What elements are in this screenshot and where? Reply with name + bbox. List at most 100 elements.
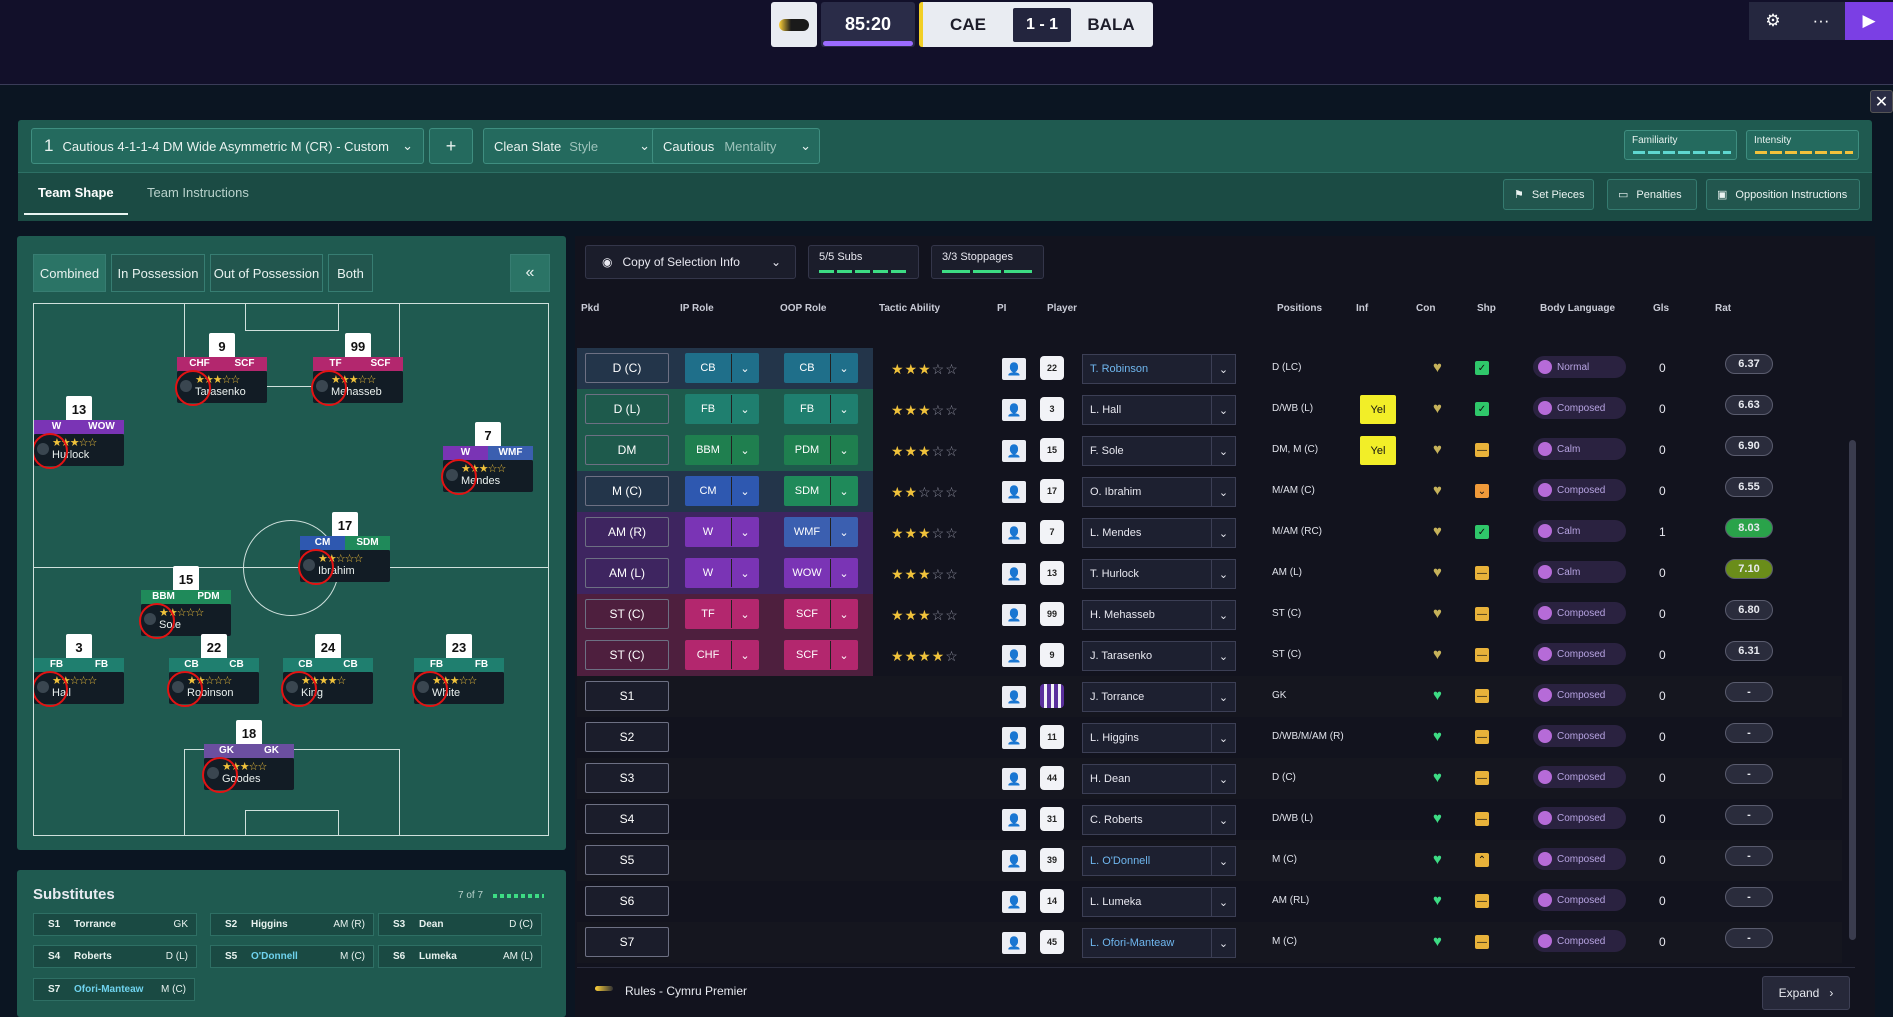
oop-role-select[interactable]: PDM ⌄ — [784, 435, 858, 465]
player-instructions-icon[interactable]: 👤 — [1002, 645, 1026, 667]
player-instructions-icon[interactable]: 👤 — [1002, 809, 1026, 831]
player-select[interactable]: J. Torrance ⌄ — [1082, 682, 1236, 712]
tactic-select[interactable]: 1 Cautious 4-1-1-4 DM Wide Asymmetric M … — [31, 128, 424, 164]
scoreboard[interactable]: CAE 1 - 1 BALA — [919, 2, 1153, 47]
pkd-slot[interactable]: ST (C) — [585, 640, 669, 670]
more-icon[interactable]: ··· — [1797, 2, 1845, 40]
collapse-icon[interactable]: « — [510, 254, 550, 292]
player-select[interactable]: L. Higgins ⌄ — [1082, 723, 1236, 753]
table-row[interactable]: DM BBM ⌄ PDM ⌄ ★★★☆☆ 👤 15 F. Sole ⌄ DM, M (C) Yel ♥ —… — [577, 430, 1842, 471]
table-row[interactable]: S6 👤 14 L. Lumeka ⌄ AM (RL) ♥ — Composed 0 - — [577, 881, 1842, 922]
column-header[interactable]: Positions — [1277, 303, 1322, 314]
ip-role-select[interactable]: BBM ⌄ — [685, 435, 759, 465]
column-header[interactable]: IP Role — [680, 303, 714, 314]
player-select[interactable]: L. Mendes ⌄ — [1082, 518, 1236, 548]
table-row[interactable]: AM (R) W ⌄ WMF ⌄ ★★★☆☆ 👤 7 L. Mendes ⌄ M/AM (RC) ♥ ✓… — [577, 512, 1842, 553]
ip-role-select[interactable]: CB ⌄ — [685, 353, 759, 383]
player-select[interactable]: H. Mehasseb ⌄ — [1082, 600, 1236, 630]
table-row[interactable]: D (C) CB ⌄ CB ⌄ ★★★☆☆ 👤 22 T. Robinson ⌄ D (LC) ♥ ✓ N… — [577, 348, 1842, 389]
pkd-slot[interactable]: D (L) — [585, 394, 669, 424]
tab-team-instructions[interactable]: Team Instructions — [147, 185, 249, 200]
player-select[interactable]: F. Sole ⌄ — [1082, 436, 1236, 466]
oop-role-select[interactable]: SCF ⌄ — [784, 599, 858, 629]
table-row[interactable]: S5 👤 39 L. O'Donnell ⌄ M (C) ♥ ⌃ Composed 0 - — [577, 840, 1842, 881]
player-instructions-icon[interactable]: 👤 — [1002, 522, 1026, 544]
table-row[interactable]: S7 👤 45 L. Ofori-Manteaw ⌄ M (C) ♥ — Composed 0 - — [577, 922, 1842, 963]
ip-role-select[interactable]: CHF ⌄ — [685, 640, 759, 670]
ip-role-select[interactable]: W ⌄ — [685, 558, 759, 588]
column-header[interactable]: OOP Role — [780, 303, 827, 314]
oop-role-select[interactable]: WOW ⌄ — [784, 558, 858, 588]
column-header[interactable]: Gls — [1653, 303, 1669, 314]
player-instructions-icon[interactable]: 👤 — [1002, 686, 1026, 708]
pkd-slot[interactable]: S4 — [585, 804, 669, 834]
player-instructions-icon[interactable]: 👤 — [1002, 399, 1026, 421]
ip-role-select[interactable]: W ⌄ — [685, 517, 759, 547]
pkd-slot[interactable]: S7 — [585, 927, 669, 957]
pkd-slot[interactable]: S2 — [585, 722, 669, 752]
pkd-slot[interactable]: AM (L) — [585, 558, 669, 588]
pkd-slot[interactable]: S1 — [585, 681, 669, 711]
oop-role-select[interactable]: FB ⌄ — [784, 394, 858, 424]
penalties-button[interactable]: ▭ Penalties — [1607, 179, 1697, 210]
tab-in-possession[interactable]: In Possession — [111, 254, 205, 292]
tab-combined[interactable]: Combined — [33, 254, 106, 292]
column-header[interactable]: Pkd — [581, 303, 599, 314]
player-instructions-icon[interactable]: 👤 — [1002, 440, 1026, 462]
player-select[interactable]: J. Tarasenko ⌄ — [1082, 641, 1236, 671]
pkd-slot[interactable]: ST (C) — [585, 599, 669, 629]
table-row[interactable]: ST (C) CHF ⌄ SCF ⌄ ★★★★☆ 👤 9 J. Tarasenko ⌄ ST (C)… — [577, 635, 1842, 676]
player-instructions-icon[interactable]: 👤 — [1002, 481, 1026, 503]
play-button[interactable]: ▶ — [1845, 2, 1893, 40]
pkd-slot[interactable]: AM (R) — [585, 517, 669, 547]
player-instructions-icon[interactable]: 👤 — [1002, 727, 1026, 749]
pkd-slot[interactable]: M (C) — [585, 476, 669, 506]
player-select[interactable]: L. Ofori-Manteaw ⌄ — [1082, 928, 1236, 958]
column-header[interactable]: Con — [1416, 303, 1435, 314]
pkd-slot[interactable]: S3 — [585, 763, 669, 793]
substitute-item[interactable]: S3 Dean D (C) — [378, 913, 542, 936]
player-select[interactable]: O. Ibrahim ⌄ — [1082, 477, 1236, 507]
intensity-meter[interactable]: Intensity — [1746, 130, 1859, 160]
player-select[interactable]: L. O'Donnell ⌄ — [1082, 846, 1236, 876]
substitute-item[interactable]: S1 Torrance GK — [33, 913, 197, 936]
familiarity-meter[interactable]: Familiarity — [1624, 130, 1737, 160]
substitute-item[interactable]: S7 Ofori-Manteaw M (C) — [33, 978, 195, 1001]
table-row[interactable]: ST (C) TF ⌄ SCF ⌄ ★★★☆☆ 👤 99 H. Mehasseb ⌄ ST (C) ♥… — [577, 594, 1842, 635]
player-instructions-icon[interactable]: 👤 — [1002, 891, 1026, 913]
column-header[interactable]: Body Language — [1540, 303, 1615, 314]
gear-icon[interactable]: ⚙ — [1749, 2, 1797, 40]
column-header[interactable]: Inf — [1356, 303, 1368, 314]
pkd-slot[interactable]: S6 — [585, 886, 669, 916]
player-instructions-icon[interactable]: 👤 — [1002, 768, 1026, 790]
pkd-slot[interactable]: DM — [585, 435, 669, 465]
substitute-item[interactable]: S5 O'Donnell M (C) — [210, 945, 374, 968]
add-tactic-button[interactable]: + — [429, 128, 473, 164]
column-header[interactable]: Shp — [1477, 303, 1496, 314]
table-row[interactable]: S2 👤 11 L. Higgins ⌄ D/WB/M/AM (R) ♥ — Composed 0… — [577, 717, 1842, 758]
oop-role-select[interactable]: SCF ⌄ — [784, 640, 858, 670]
oop-role-select[interactable]: WMF ⌄ — [784, 517, 858, 547]
player-select[interactable]: L. Hall ⌄ — [1082, 395, 1236, 425]
mentality-select[interactable]: Cautious Mentality ⌄ — [652, 128, 820, 164]
player-instructions-icon[interactable]: 👤 — [1002, 932, 1026, 954]
view-select[interactable]: ◉ Copy of Selection Info ⌄ — [585, 245, 796, 279]
pkd-slot[interactable]: S5 — [585, 845, 669, 875]
player-select[interactable]: T. Hurlock ⌄ — [1082, 559, 1236, 589]
player-instructions-icon[interactable]: 👤 — [1002, 850, 1026, 872]
player-select[interactable]: L. Lumeka ⌄ — [1082, 887, 1236, 917]
player-instructions-icon[interactable]: 👤 — [1002, 563, 1026, 585]
table-row[interactable]: AM (L) W ⌄ WOW ⌄ ★★★☆☆ 👤 13 T. Hurlock ⌄ AM (L) ♥ — C… — [577, 553, 1842, 594]
oop-role-select[interactable]: CB ⌄ — [784, 353, 858, 383]
table-row[interactable]: S3 👤 44 H. Dean ⌄ D (C) ♥ — Composed 0 - — [577, 758, 1842, 799]
column-header[interactable]: Rat — [1715, 303, 1731, 314]
substitute-item[interactable]: S4 Roberts D (L) — [33, 945, 197, 968]
table-row[interactable]: D (L) FB ⌄ FB ⌄ ★★★☆☆ 👤 3 L. Hall ⌄ D/WB (L) Yel ♥ ✓ C… — [577, 389, 1842, 430]
expand-button[interactable]: Expand › — [1762, 976, 1850, 1010]
column-header[interactable]: Tactic Ability — [879, 303, 940, 314]
substitute-item[interactable]: S6 Lumeka AM (L) — [378, 945, 542, 968]
ip-role-select[interactable]: TF ⌄ — [685, 599, 759, 629]
table-row[interactable]: M (C) CM ⌄ SDM ⌄ ★★☆☆☆ 👤 17 O. Ibrahim ⌄ M/AM (C) ♥… — [577, 471, 1842, 512]
substitute-item[interactable]: S2 Higgins AM (R) — [210, 913, 374, 936]
player-instructions-icon[interactable]: 👤 — [1002, 604, 1026, 626]
